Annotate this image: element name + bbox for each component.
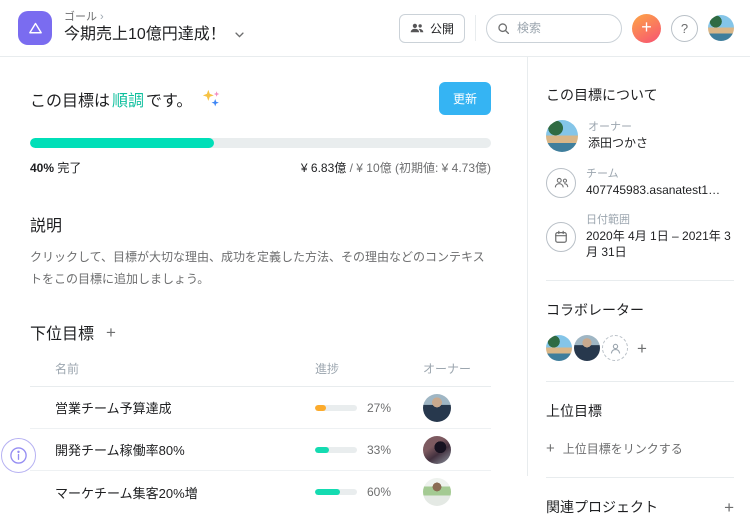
parent-goal-heading: 上位目標 xyxy=(546,403,602,420)
owner-label: オーナー xyxy=(588,121,632,134)
header-divider xyxy=(475,15,476,41)
members-icon xyxy=(410,22,424,34)
team-field[interactable]: チーム 407745983.asanatest1… xyxy=(546,167,734,198)
date-range-label: 日付範囲 xyxy=(586,214,630,227)
goal-progress-bar xyxy=(30,138,491,148)
breadcrumb-label: ゴール xyxy=(64,11,97,24)
date-range-value: 2020年 4月 1日 – 2021年 3月 31日 xyxy=(586,228,731,260)
avatar xyxy=(423,435,451,464)
info-fab-button[interactable] xyxy=(1,438,36,473)
team-label: チーム xyxy=(586,168,619,180)
sidebar-divider xyxy=(546,381,734,383)
sub-goal-name: マーケチーム集客20%増 xyxy=(55,485,198,501)
sub-goal-name: 営業チーム予算達成 xyxy=(55,401,172,417)
sub-goal-progress-bar xyxy=(315,446,357,453)
sidebar-divider xyxy=(546,477,734,479)
progress-percent-label: 40% 完了 xyxy=(30,161,82,175)
sub-goal-row[interactable]: 開発チーム稼働率80% 33% xyxy=(30,429,491,472)
info-icon xyxy=(9,446,28,465)
page-title: 今期売上10億円達成！ xyxy=(64,25,226,43)
column-header-progress: 進捗 xyxy=(315,362,340,377)
progress-values: ¥ 6.83億 / ¥ 10億 (初期値: ¥ 4.73億) xyxy=(300,161,491,175)
add-related-project-button[interactable]: + xyxy=(724,499,734,516)
goal-progress-fill xyxy=(30,138,215,148)
goal-title-dropdown[interactable]: 今期売上10億円達成！ xyxy=(64,25,245,45)
avatar xyxy=(423,478,451,507)
help-button[interactable]: ? xyxy=(671,14,698,42)
sub-goal-progress-bar xyxy=(315,489,357,496)
owner-name: 添田つかさ xyxy=(588,136,649,151)
team-name: 407745983.asanatest1… xyxy=(586,182,721,197)
sub-goals-table-header: 名前 進捗 オーナー xyxy=(30,360,491,388)
top-bar: ゴール › 今期売上10億円達成！ 公開 検索 + ? xyxy=(0,0,750,57)
description-placeholder[interactable]: クリックして、目標が大切な理由、成功を定義した方法、その理由などのコンテキストを… xyxy=(30,247,491,290)
sub-goal-row[interactable]: マーケチーム集客20%増 60% xyxy=(30,471,491,513)
share-button-label: 公開 xyxy=(429,21,454,36)
link-parent-goal-label: 上位目標をリンクする xyxy=(562,442,683,457)
owner-field[interactable]: オーナー 添田つかさ xyxy=(546,120,734,152)
sub-goal-name: 開発チーム稼働率80% xyxy=(55,443,185,459)
sub-goal-row[interactable]: 営業チーム予算達成 27% xyxy=(30,387,491,430)
goal-status-text: この目標は 順調 です。 xyxy=(30,87,223,111)
add-collaborator-button[interactable]: + xyxy=(637,340,647,357)
invite-collaborator-button[interactable] xyxy=(602,335,628,362)
collaborators-heading: コラボレーター xyxy=(546,302,644,319)
link-parent-goal-button[interactable]: + 上位目標をリンクする xyxy=(546,440,734,457)
sub-goals-heading: 下位目標 xyxy=(30,326,95,344)
status-on-track: 順調 xyxy=(112,92,145,110)
search-box[interactable] xyxy=(486,13,622,43)
about-goal-heading: この目標について xyxy=(546,87,658,103)
column-header-owner: オーナー xyxy=(423,362,472,377)
create-button[interactable]: + xyxy=(632,13,661,43)
search-input[interactable] xyxy=(517,21,607,35)
avatar xyxy=(423,393,451,422)
description-heading: 説明 xyxy=(30,218,63,235)
goal-logo[interactable] xyxy=(18,11,52,45)
sidebar-divider xyxy=(546,280,734,282)
user-avatar[interactable] xyxy=(708,15,734,41)
triangle-goal-icon xyxy=(27,20,44,37)
goal-main-panel: この目標は 順調 です。 更新 40% 完了 ¥ 6.83億 / ¥ 10億 (初期… xyxy=(0,57,527,507)
plus-icon: + xyxy=(546,440,555,458)
chevron-right-icon: › xyxy=(100,11,104,24)
update-status-button[interactable]: 更新 xyxy=(438,82,491,115)
sub-goal-percent: 27% xyxy=(367,400,392,415)
sub-goal-percent: 33% xyxy=(367,442,392,457)
column-header-name: 名前 xyxy=(55,362,80,377)
avatar xyxy=(546,120,578,152)
search-icon xyxy=(497,22,510,35)
share-button[interactable]: 公開 xyxy=(398,13,465,43)
collaborators-row: + xyxy=(546,335,734,362)
sub-goals-table: 名前 進捗 オーナー 営業チーム予算達成 27% 開発チーム稼働率80% 33%… xyxy=(30,360,491,513)
chevron-down-icon xyxy=(234,29,245,40)
date-range-field[interactable]: 日付範囲 2020年 4月 1日 – 2021年 3月 31日 xyxy=(546,213,734,260)
sparkles-icon xyxy=(201,88,223,110)
avatar[interactable] xyxy=(546,335,572,362)
team-icon xyxy=(546,167,576,198)
sub-goal-percent: 60% xyxy=(367,485,392,500)
add-sub-goal-button[interactable]: + xyxy=(106,324,116,341)
related-projects-heading: 関連プロジェクト xyxy=(546,499,658,516)
goal-details-sidebar: この目標について オーナー 添田つかさ チーム 407745983.asanat… xyxy=(527,57,750,516)
avatar[interactable] xyxy=(574,335,600,362)
breadcrumb[interactable]: ゴール › xyxy=(64,11,245,25)
calendar-icon xyxy=(546,221,576,252)
sub-goal-progress-bar xyxy=(315,404,357,411)
